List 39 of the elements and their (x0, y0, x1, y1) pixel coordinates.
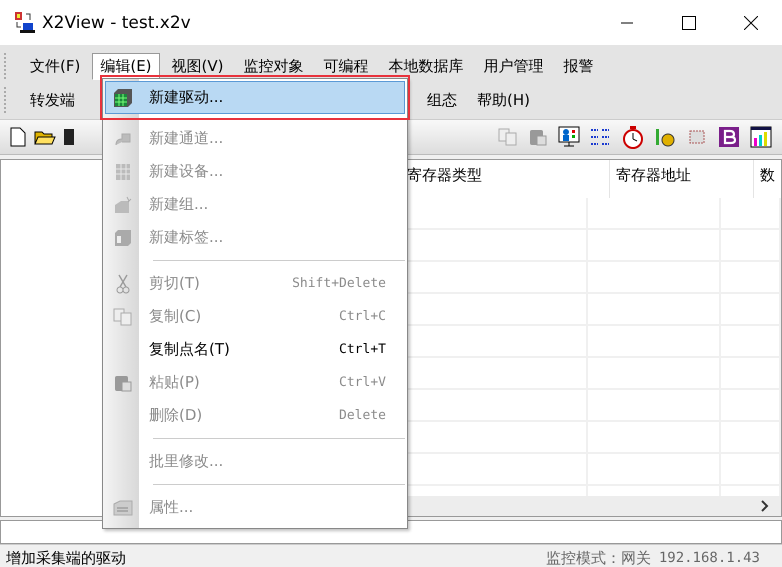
stopwatch-icon[interactable] (622, 125, 644, 149)
menu-item[interactable]: 视图(V) (164, 52, 232, 80)
menu-item[interactable]: 帮助(H) (469, 86, 538, 114)
copy-icon (113, 308, 133, 326)
bold-b-icon[interactable] (718, 126, 740, 148)
menu-item[interactable]: 复制点名(T) Ctrl+T (105, 333, 405, 366)
maximize-icon[interactable] (682, 16, 696, 30)
menu-item[interactable]: 转发端 (22, 86, 83, 114)
chart-icon[interactable] (750, 126, 772, 148)
column-header[interactable]: 寄存器地址 (610, 160, 754, 198)
column-header[interactable]: 数 (754, 160, 781, 198)
menu-item[interactable]: 新建驱动... (105, 81, 405, 114)
tag-cube-icon (113, 228, 133, 248)
menu-item[interactable]: 监控对象 (236, 52, 312, 80)
ip-address: 192.168.1.43 (658, 550, 760, 566)
menu-item[interactable]: 本地数据库 (380, 52, 472, 80)
group-icon (113, 194, 133, 214)
tools-icon[interactable] (654, 126, 676, 148)
paste-icon[interactable] (528, 127, 548, 147)
app-icon (14, 10, 36, 34)
list-icon[interactable] (590, 127, 612, 147)
new-file-icon[interactable] (10, 127, 26, 147)
menu-item[interactable]: 组态 (419, 86, 465, 114)
scissors-icon (116, 274, 130, 294)
menu-item[interactable]: 用户管理 (476, 52, 552, 80)
minimize-icon[interactable] (621, 22, 633, 24)
chevron-right-icon[interactable] (761, 500, 769, 512)
close-icon[interactable] (744, 16, 758, 30)
menu-item[interactable]: 报警 (556, 52, 602, 80)
monitor-icon[interactable] (558, 126, 580, 148)
properties-icon (112, 498, 134, 518)
monitor-mode: 监控模式：网关 (546, 548, 651, 567)
window-title: X2View - test.x2v (42, 12, 192, 32)
menu-item[interactable]: 文件(F) (22, 52, 88, 80)
menu-item[interactable]: 可编程 (316, 52, 376, 80)
status-message: 增加采集端的驱动 (6, 548, 127, 567)
grid-icon (113, 162, 133, 182)
grid-cube-icon (112, 88, 134, 108)
menu-item[interactable]: 编辑(E) (92, 52, 160, 80)
